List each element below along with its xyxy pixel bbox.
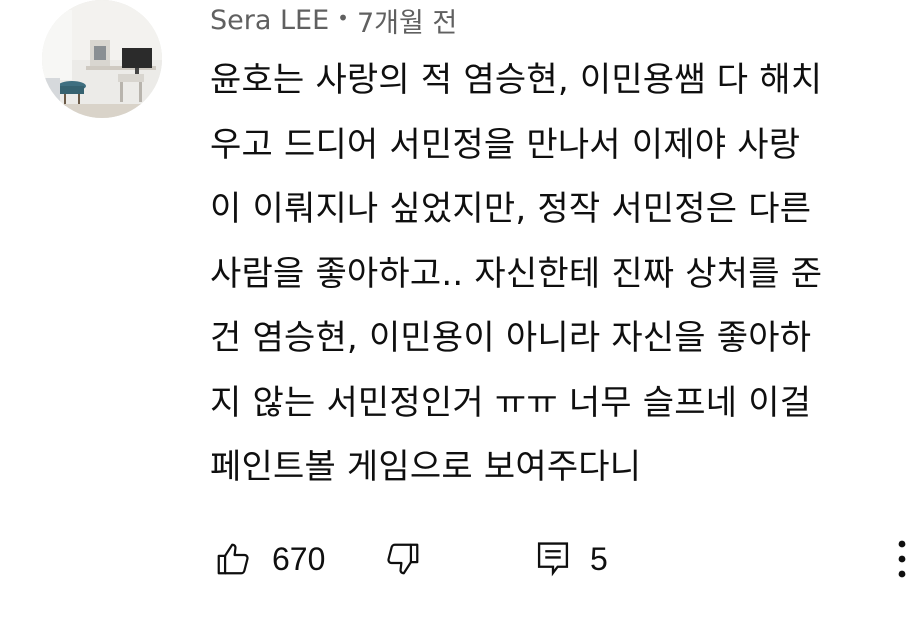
reply-button[interactable]: 5: [536, 534, 608, 584]
like-count: 670: [272, 540, 326, 577]
comment-item: Sera LEE • 7개월 전 윤호는 사랑의 적 염승현, 이민용쌤 다 해…: [0, 0, 915, 632]
comment-meta: Sera LEE • 7개월 전: [210, 1, 457, 40]
avatar-photo: [42, 0, 162, 118]
reply-count: 5: [590, 540, 608, 577]
comment-actions: 670 5: [210, 534, 910, 584]
meta-separator: •: [337, 6, 349, 30]
avatar[interactable]: [42, 0, 162, 118]
comment-text-line: 이 이뤄지나 싶었지만, 정작 서민정은 다른: [210, 189, 812, 229]
comment-text-line: 페인트볼 게임으로 보여주다니: [210, 447, 642, 487]
comment-text-line: 지 않는 서민정인거 ㅠㅠ 너무 슬프네 이걸: [210, 382, 812, 423]
comment-icon: [536, 540, 570, 578]
more-actions-button[interactable]: [890, 536, 914, 582]
comment-timestamp[interactable]: 7개월 전: [357, 1, 457, 40]
comment-text: 윤호는 사랑의 적 염승현, 이민용쌤 다 해치 우고 드디어 서민정을 만나서…: [210, 48, 910, 500]
comment-text-line: 사람을 좋아하고.. 자신한테 진짜 상처를 준: [210, 253, 823, 294]
thumbs-up-icon: [214, 540, 252, 578]
thumbs-down-icon: [384, 540, 422, 578]
author-name[interactable]: Sera LEE: [210, 5, 329, 36]
comment-text-line: 윤호는 사랑의 적 염승현, 이민용쌤 다 해치: [210, 60, 823, 100]
like-button[interactable]: 670: [214, 534, 325, 584]
comment-text-line: 우고 드디어 서민정을 만나서 이제야 사랑: [210, 124, 801, 165]
dislike-button[interactable]: [384, 534, 422, 584]
comment-text-line: 건 염승현, 이민용이 아니라 자신을 좋아하: [210, 318, 812, 358]
more-vertical-icon: [890, 540, 914, 586]
